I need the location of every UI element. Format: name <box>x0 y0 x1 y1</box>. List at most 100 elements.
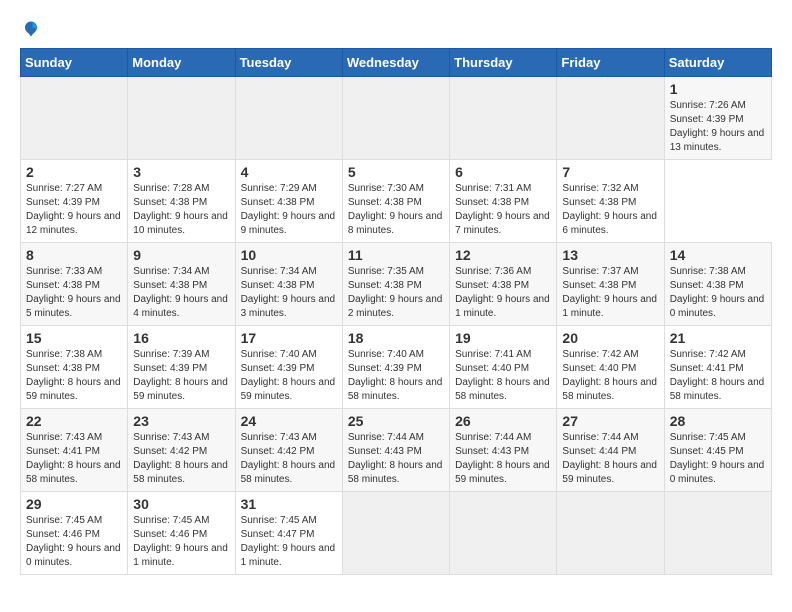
day-number: 2 <box>26 164 122 180</box>
calendar-day-cell: 21Sunrise: 7:42 AMSunset: 4:41 PMDayligh… <box>664 326 771 409</box>
day-number: 23 <box>133 413 229 429</box>
day-number: 6 <box>455 164 551 180</box>
calendar-day-cell: 31Sunrise: 7:45 AMSunset: 4:47 PMDayligh… <box>235 492 342 575</box>
day-info: Sunrise: 7:27 AMSunset: 4:39 PMDaylight:… <box>26 182 122 238</box>
day-info: Sunrise: 7:44 AMSunset: 4:44 PMDaylight:… <box>562 431 658 487</box>
day-info: Sunrise: 7:45 AMSunset: 4:46 PMDaylight:… <box>26 514 122 570</box>
calendar-week-row: 22Sunrise: 7:43 AMSunset: 4:41 PMDayligh… <box>21 409 772 492</box>
day-number: 28 <box>670 413 766 429</box>
calendar-day-header: Monday <box>128 49 235 77</box>
calendar-day-cell: 7 Sunrise: 7:32 AMSunset: 4:38 PMDaylight… <box>557 160 664 243</box>
calendar-day-cell <box>235 77 342 160</box>
calendar-day-cell <box>128 77 235 160</box>
day-number: 7 <box>562 164 658 180</box>
calendar-day-cell: 23 Sunrise: 7:43 AMSunset: 4:42 PMDayligh… <box>128 409 235 492</box>
day-info: Sunrise: 7:42 AMSunset: 4:41 PMDaylight:… <box>670 348 766 404</box>
day-number: 25 <box>348 413 444 429</box>
calendar-day-header: Thursday <box>450 49 557 77</box>
calendar-day-header: Wednesday <box>342 49 449 77</box>
calendar-week-row: 8Sunrise: 7:33 AMSunset: 4:38 PMDaylight… <box>21 243 772 326</box>
page-header <box>20 20 772 38</box>
day-info: Sunrise: 7:26 AMSunset: 4:39 PMDaylight:… <box>670 99 766 155</box>
day-number: 3 <box>133 164 229 180</box>
calendar-day-cell: 24 Sunrise: 7:43 AMSunset: 4:42 PMDayligh… <box>235 409 342 492</box>
calendar-week-row: 1 Sunrise: 7:26 AMSunset: 4:39 PMDaylight… <box>21 77 772 160</box>
calendar-day-cell: 5Sunrise: 7:30 AMSunset: 4:38 PMDaylight… <box>342 160 449 243</box>
day-info: Sunrise: 7:37 AMSunset: 4:38 PMDaylight:… <box>562 265 658 321</box>
calendar-day-header: Friday <box>557 49 664 77</box>
day-info: Sunrise: 7:32 AMSunset: 4:38 PMDaylight:… <box>562 182 658 238</box>
calendar-day-cell: 13 Sunrise: 7:37 AMSunset: 4:38 PMDayligh… <box>557 243 664 326</box>
day-info: Sunrise: 7:36 AMSunset: 4:38 PMDaylight:… <box>455 265 551 321</box>
day-number: 24 <box>241 413 337 429</box>
day-info: Sunrise: 7:45 AMSunset: 4:46 PMDaylight:… <box>133 514 229 570</box>
calendar-day-cell <box>21 77 128 160</box>
calendar-day-cell: 11 Sunrise: 7:35 AMSunset: 4:38 PMDayligh… <box>342 243 449 326</box>
calendar-day-cell: 17 Sunrise: 7:40 AMSunset: 4:39 PMDayligh… <box>235 326 342 409</box>
day-number: 14 <box>670 247 766 263</box>
day-number: 11 <box>348 247 444 263</box>
calendar-week-row: 29 Sunrise: 7:45 AMSunset: 4:46 PMDayligh… <box>21 492 772 575</box>
calendar-day-cell: 25 Sunrise: 7:44 AMSunset: 4:43 PMDayligh… <box>342 409 449 492</box>
calendar-day-header: Tuesday <box>235 49 342 77</box>
calendar-day-cell: 4Sunrise: 7:29 AMSunset: 4:38 PMDaylight… <box>235 160 342 243</box>
day-info: Sunrise: 7:40 AMSunset: 4:39 PMDaylight:… <box>348 348 444 404</box>
day-number: 1 <box>670 81 766 97</box>
day-info: Sunrise: 7:34 AMSunset: 4:38 PMDaylight:… <box>133 265 229 321</box>
calendar-day-cell: 12 Sunrise: 7:36 AMSunset: 4:38 PMDayligh… <box>450 243 557 326</box>
calendar-day-cell: 27 Sunrise: 7:44 AMSunset: 4:44 PMDayligh… <box>557 409 664 492</box>
day-info: Sunrise: 7:38 AMSunset: 4:38 PMDaylight:… <box>670 265 766 321</box>
calendar-day-cell: 3 Sunrise: 7:28 AMSunset: 4:38 PMDaylight… <box>128 160 235 243</box>
day-number: 12 <box>455 247 551 263</box>
calendar-day-cell <box>450 492 557 575</box>
calendar-day-cell: 14 Sunrise: 7:38 AMSunset: 4:38 PMDayligh… <box>664 243 771 326</box>
day-number: 13 <box>562 247 658 263</box>
day-info: Sunrise: 7:34 AMSunset: 4:38 PMDaylight:… <box>241 265 337 321</box>
calendar-day-cell: 19 Sunrise: 7:41 AMSunset: 4:40 PMDayligh… <box>450 326 557 409</box>
calendar-day-cell: 2 Sunrise: 7:27 AMSunset: 4:39 PMDaylight… <box>21 160 128 243</box>
day-number: 27 <box>562 413 658 429</box>
day-number: 16 <box>133 330 229 346</box>
day-info: Sunrise: 7:43 AMSunset: 4:42 PMDaylight:… <box>133 431 229 487</box>
calendar-day-cell <box>342 492 449 575</box>
day-info: Sunrise: 7:44 AMSunset: 4:43 PMDaylight:… <box>455 431 551 487</box>
logo <box>20 20 40 38</box>
calendar-day-cell <box>557 492 664 575</box>
calendar-week-row: 2 Sunrise: 7:27 AMSunset: 4:39 PMDaylight… <box>21 160 772 243</box>
calendar-day-cell: 20 Sunrise: 7:42 AMSunset: 4:40 PMDayligh… <box>557 326 664 409</box>
calendar-day-cell: 6Sunrise: 7:31 AMSunset: 4:38 PMDaylight… <box>450 160 557 243</box>
day-info: Sunrise: 7:33 AMSunset: 4:38 PMDaylight:… <box>26 265 122 321</box>
day-number: 20 <box>562 330 658 346</box>
calendar-day-cell: 16 Sunrise: 7:39 AMSunset: 4:39 PMDayligh… <box>128 326 235 409</box>
day-info: Sunrise: 7:44 AMSunset: 4:43 PMDaylight:… <box>348 431 444 487</box>
calendar-day-cell <box>664 492 771 575</box>
day-number: 31 <box>241 496 337 512</box>
day-info: Sunrise: 7:35 AMSunset: 4:38 PMDaylight:… <box>348 265 444 321</box>
day-info: Sunrise: 7:43 AMSunset: 4:41 PMDaylight:… <box>26 431 122 487</box>
day-number: 30 <box>133 496 229 512</box>
day-info: Sunrise: 7:38 AMSunset: 4:38 PMDaylight:… <box>26 348 122 404</box>
calendar-day-cell: 9 Sunrise: 7:34 AMSunset: 4:38 PMDaylight… <box>128 243 235 326</box>
calendar-day-cell: 30 Sunrise: 7:45 AMSunset: 4:46 PMDayligh… <box>128 492 235 575</box>
day-info: Sunrise: 7:28 AMSunset: 4:38 PMDaylight:… <box>133 182 229 238</box>
day-info: Sunrise: 7:40 AMSunset: 4:39 PMDaylight:… <box>241 348 337 404</box>
day-info: Sunrise: 7:39 AMSunset: 4:39 PMDaylight:… <box>133 348 229 404</box>
day-info: Sunrise: 7:42 AMSunset: 4:40 PMDaylight:… <box>562 348 658 404</box>
day-info: Sunrise: 7:43 AMSunset: 4:42 PMDaylight:… <box>241 431 337 487</box>
day-number: 17 <box>241 330 337 346</box>
calendar-day-cell: 8Sunrise: 7:33 AMSunset: 4:38 PMDaylight… <box>21 243 128 326</box>
day-number: 5 <box>348 164 444 180</box>
logo-icon <box>22 20 40 38</box>
day-info: Sunrise: 7:45 AMSunset: 4:45 PMDaylight:… <box>670 431 766 487</box>
calendar-day-cell: 26 Sunrise: 7:44 AMSunset: 4:43 PMDayligh… <box>450 409 557 492</box>
day-number: 26 <box>455 413 551 429</box>
day-number: 4 <box>241 164 337 180</box>
calendar-week-row: 15Sunrise: 7:38 AMSunset: 4:38 PMDayligh… <box>21 326 772 409</box>
calendar-day-cell: 10Sunrise: 7:34 AMSunset: 4:38 PMDayligh… <box>235 243 342 326</box>
day-number: 29 <box>26 496 122 512</box>
day-info: Sunrise: 7:41 AMSunset: 4:40 PMDaylight:… <box>455 348 551 404</box>
day-number: 19 <box>455 330 551 346</box>
calendar-day-cell: 1 Sunrise: 7:26 AMSunset: 4:39 PMDaylight… <box>664 77 771 160</box>
calendar-day-cell <box>557 77 664 160</box>
day-number: 9 <box>133 247 229 263</box>
